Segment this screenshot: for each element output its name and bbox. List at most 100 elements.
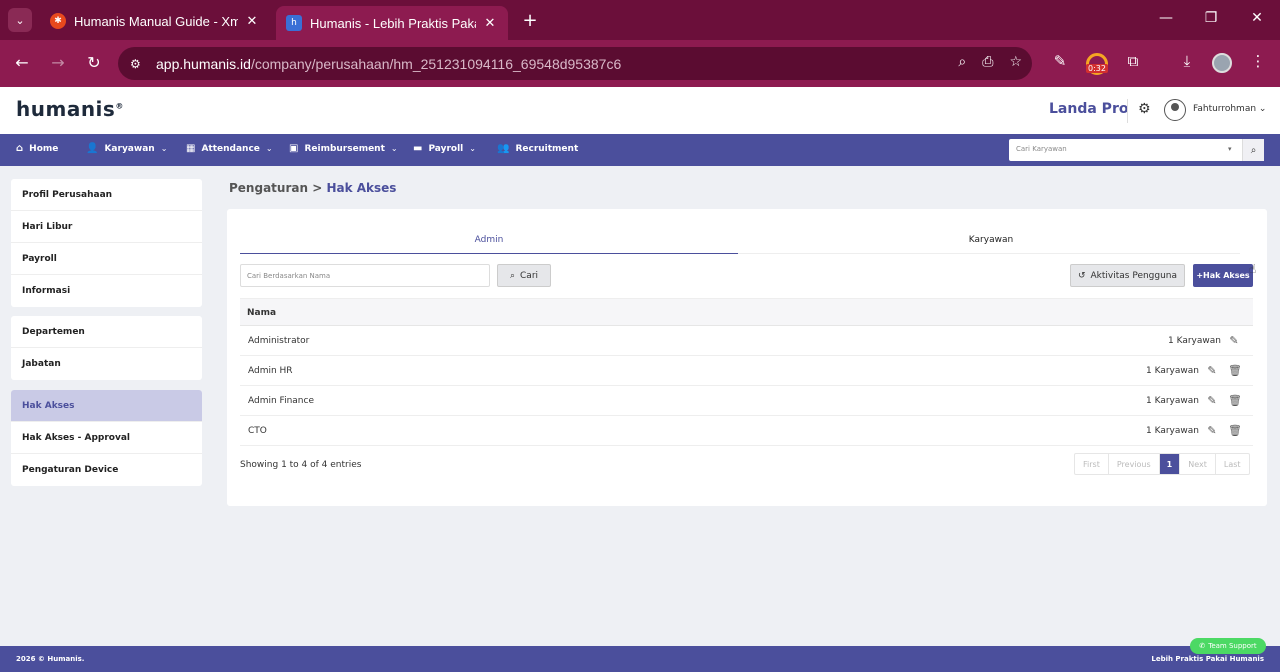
browser-tab-humanis[interactable]: h Humanis - Lebih Praktis Pakai Humanis … — [276, 6, 508, 40]
user-activity-button[interactable]: ↺ Aktivitas Pengguna — [1070, 264, 1185, 287]
chevron-down-icon: ⌄ — [390, 144, 398, 153]
employee-count[interactable]: 1 Karyawan — [1146, 366, 1199, 376]
sidebar-item-departemen[interactable]: Departemen — [11, 316, 202, 348]
sidebar-item-hak-akses-approval[interactable]: Hak Akses - Approval — [11, 422, 202, 454]
trash-icon[interactable]: 🗑 — [1228, 364, 1242, 377]
page-1[interactable]: 1 — [1159, 454, 1181, 474]
employee-count[interactable]: 1 Karyawan — [1168, 336, 1221, 346]
access-card: Admin Karyawan Cari Berdasarkan Nama ⌕ C… — [227, 209, 1267, 506]
column-nama: Nama — [247, 308, 277, 318]
tab-search-chevron-icon[interactable]: ⌄ — [8, 8, 32, 32]
sidebar-item-pengaturan-device[interactable]: Pengaturan Device — [11, 454, 202, 486]
search-button[interactable]: ⌕ Cari — [497, 264, 551, 287]
timer-extension-icon[interactable]: 0:32 — [1086, 53, 1108, 75]
bookmark-star-icon[interactable]: ☆ — [1009, 54, 1022, 70]
nav-reimbursement[interactable]: ▣ Reimbursement ⌄ — [289, 143, 398, 154]
header-divider — [1127, 99, 1128, 123]
browser-tab-xmind[interactable]: ✱ Humanis Manual Guide - Xmind ✕ — [40, 6, 270, 36]
mouse-cursor-icon: ☝ — [1249, 262, 1257, 276]
restore-icon[interactable]: ❐ — [1201, 10, 1221, 26]
feather-extension-icon[interactable]: ✎ — [1049, 52, 1071, 70]
browser-profile-avatar[interactable] — [1212, 53, 1232, 73]
forward-arrow-icon[interactable]: → — [48, 53, 68, 72]
humanis-logo[interactable]: humanis® — [16, 97, 124, 121]
tab-karyawan[interactable]: Karyawan — [742, 235, 1240, 245]
edit-icon[interactable]: ✎ — [1228, 334, 1240, 347]
edit-icon[interactable]: ✎ — [1206, 424, 1218, 437]
history-icon: ↺ — [1077, 270, 1086, 281]
sidebar-item-informasi[interactable]: Informasi — [11, 275, 202, 307]
edit-icon[interactable]: ✎ — [1206, 394, 1218, 407]
footer-copyright: 2026 © Humanis. — [16, 655, 85, 663]
sidebar-item-hari-libur[interactable]: Hari Libur — [11, 211, 202, 243]
add-access-button[interactable]: +Hak Akses — [1193, 264, 1253, 287]
name-search-input[interactable]: Cari Berdasarkan Nama — [240, 264, 490, 287]
url-text: app.humanis.id/company/perusahaan/hm_251… — [156, 55, 622, 72]
money-bill-icon: ▣ — [289, 143, 299, 154]
extensions-puzzle-icon[interactable]: ⧉ — [1122, 52, 1144, 70]
new-tab-button[interactable]: + — [520, 10, 540, 31]
app-footer: 2026 © Humanis. Lebih Praktis Pakai Huma… — [0, 646, 1280, 672]
back-arrow-icon[interactable]: ← — [12, 53, 32, 72]
close-window-icon[interactable]: ✕ — [1247, 10, 1267, 26]
settings-gear-icon[interactable]: ⚙ — [1138, 101, 1151, 117]
chevron-down-icon: ⌄ — [469, 144, 476, 153]
chevron-down-icon: ⌄ — [265, 144, 273, 153]
employee-search-select[interactable]: Cari Karyawan ▾ ⌕ — [1009, 139, 1264, 161]
team-support-button[interactable]: ✆ Team Support — [1190, 638, 1266, 654]
search-icon[interactable]: ⌕ — [1242, 139, 1264, 161]
page-last[interactable]: Last — [1216, 454, 1249, 474]
sidebar-group-company: Profil Perusahaan Hari Libur Payroll Inf… — [11, 179, 202, 307]
site-info-icon[interactable]: ⚙ — [130, 57, 150, 71]
minimize-icon[interactable]: — — [1156, 10, 1176, 26]
calendar-icon: ▦ — [186, 143, 196, 154]
breadcrumb-parent[interactable]: Pengaturan — [229, 181, 308, 195]
page-previous[interactable]: Previous — [1109, 454, 1160, 474]
app-header: humanis® Landa Pro ⚙ Fahturrohman ⌄ — [0, 87, 1280, 134]
nav-karyawan[interactable]: 👤 Karyawan ⌄ — [86, 143, 167, 154]
page-first[interactable]: First — [1075, 454, 1109, 474]
edit-icon[interactable]: ✎ — [1206, 364, 1218, 377]
main-nav: ⌂ Home 👤 Karyawan ⌄ ▦ Attendance ⌄ ▣ Reimburse… — [0, 134, 1280, 166]
trash-icon[interactable]: 🗑 — [1228, 424, 1242, 437]
name-search-placeholder: Cari Berdasarkan Nama — [247, 272, 331, 280]
plan-label: Landa Pro — [1049, 101, 1129, 117]
whatsapp-icon: ✆ — [1199, 642, 1206, 650]
xmind-favicon-icon: ✱ — [50, 13, 66, 29]
employee-search-placeholder: Cari Karyawan — [1016, 145, 1067, 153]
tab-admin[interactable]: Admin — [240, 235, 738, 245]
nav-recruitment[interactable]: 👥 Recruitment — [497, 143, 578, 154]
tab-close-icon[interactable]: ✕ — [482, 16, 498, 31]
tab-close-icon[interactable]: ✕ — [244, 14, 260, 29]
nav-attendance[interactable]: ▦ Attendance ⌄ — [186, 143, 273, 154]
sidebar-item-payroll[interactable]: Payroll — [11, 243, 202, 275]
user-menu[interactable]: Fahturrohman ⌄ — [1193, 104, 1266, 114]
wallet-icon: ▬ — [413, 143, 423, 154]
breadcrumb: Pengaturan > Hak Akses — [229, 181, 396, 195]
sidebar-item-hak-akses[interactable]: Hak Akses — [11, 390, 202, 422]
download-icon[interactable]: ⤓ — [1176, 52, 1198, 70]
browser-tabbar: ⌄ ✱ Humanis Manual Guide - Xmind ✕ h Hum… — [0, 0, 1280, 40]
address-bar[interactable]: ⚙ app.humanis.id/company/perusahaan/hm_2… — [118, 47, 1032, 80]
footer-tagline: Lebih Praktis Pakai Humanis — [1151, 655, 1264, 663]
trash-icon[interactable]: 🗑 — [1228, 394, 1242, 407]
browser-menu-icon[interactable]: ⋮ — [1247, 52, 1269, 70]
sidebar-item-profil[interactable]: Profil Perusahaan — [11, 179, 202, 211]
chevron-down-icon[interactable]: ▾ — [1228, 145, 1232, 153]
extension-timer-badge: 0:32 — [1086, 64, 1108, 73]
install-app-icon[interactable]: ⎙ — [982, 54, 993, 70]
role-name: CTO — [248, 426, 267, 436]
reload-icon[interactable]: ↻ — [84, 53, 104, 72]
tab-title: Humanis Manual Guide - Xmind — [74, 13, 238, 29]
breadcrumb-current: Hak Akses — [326, 181, 397, 195]
zoom-icon[interactable]: ⌕ — [958, 54, 966, 70]
employee-count[interactable]: 1 Karyawan — [1146, 426, 1199, 436]
user-avatar[interactable] — [1164, 99, 1186, 121]
page-next[interactable]: Next — [1180, 454, 1216, 474]
nav-home[interactable]: ⌂ Home — [16, 143, 58, 154]
table-header: Nama — [240, 298, 1253, 326]
employee-count[interactable]: 1 Karyawan — [1146, 396, 1199, 406]
nav-payroll[interactable]: ▬ Payroll ⌄ — [413, 143, 476, 154]
table-row: Admin HR 1 Karyawan ✎ 🗑 — [240, 356, 1253, 386]
sidebar-item-jabatan[interactable]: Jabatan — [11, 348, 202, 380]
